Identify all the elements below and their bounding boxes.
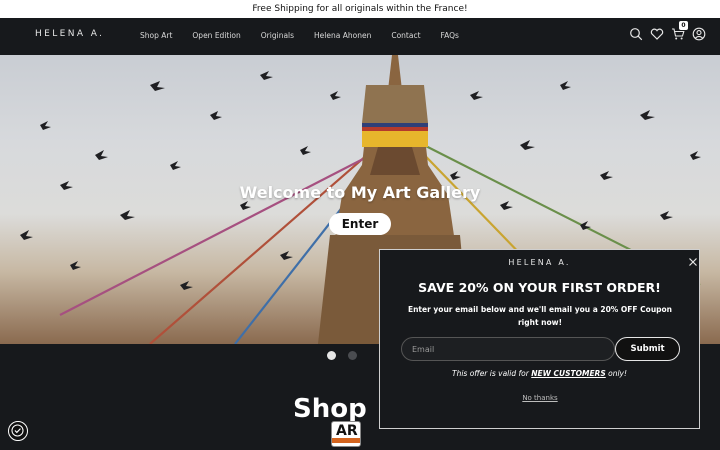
email-input[interactable] xyxy=(401,337,615,361)
cart-count-badge: 0 xyxy=(679,21,688,30)
close-icon[interactable] xyxy=(687,256,699,268)
popup-title: SAVE 20% ON YOUR FIRST ORDER! xyxy=(418,280,661,295)
slide-dot-2[interactable] xyxy=(348,351,357,360)
nav-open-edition[interactable]: Open Edition xyxy=(192,31,240,40)
announcement-text: Free Shipping for all originals within t… xyxy=(252,4,468,14)
offer-text: This offer is valid for NEW CUSTOMERS on… xyxy=(380,369,699,378)
enter-button[interactable]: Enter xyxy=(329,213,391,235)
offer-highlight: NEW CUSTOMERS xyxy=(531,369,606,378)
nav-helena-ahonen[interactable]: Helena Ahonen xyxy=(314,31,371,40)
popup-subtitle: Enter your email below and we'll email y… xyxy=(407,305,673,327)
site-logo[interactable]: HELENA A. xyxy=(35,29,104,39)
ar-logo: AR xyxy=(331,421,361,447)
submit-button[interactable]: Submit xyxy=(615,337,680,361)
slider-dots xyxy=(327,351,357,360)
announcement-bar: Free Shipping for all originals within t… xyxy=(0,0,720,18)
header-icons: 0 xyxy=(629,21,706,41)
ar-logo-text: AR xyxy=(336,423,358,439)
popup-brand: HELENA A. xyxy=(508,258,571,267)
nav-faqs[interactable]: FAQs xyxy=(441,31,459,40)
search-icon[interactable] xyxy=(629,27,643,41)
main-nav: Shop Art Open Edition Originals Helena A… xyxy=(140,31,459,40)
nav-originals[interactable]: Originals xyxy=(261,31,294,40)
heart-icon[interactable] xyxy=(650,27,664,41)
no-thanks-link[interactable]: No thanks xyxy=(520,394,560,402)
offer-suffix: only! xyxy=(605,369,628,378)
newsletter-popup: HELENA A. SAVE 20% ON YOUR FIRST ORDER! … xyxy=(379,249,700,429)
accessibility-icon[interactable] xyxy=(8,421,28,441)
nav-contact[interactable]: Contact xyxy=(391,31,420,40)
account-icon[interactable] xyxy=(692,27,706,41)
nav-shop-art[interactable]: Shop Art xyxy=(140,31,172,40)
site-header: HELENA A. Shop Art Open Edition Original… xyxy=(0,18,720,55)
slide-dot-1[interactable] xyxy=(327,351,336,360)
section-heading: Shop xyxy=(293,394,367,424)
offer-prefix: This offer is valid for xyxy=(451,369,532,378)
hero-title: Welcome to My Art Gallery xyxy=(239,183,481,202)
ar-logo-strip xyxy=(332,438,360,443)
cart-icon[interactable]: 0 xyxy=(671,21,688,41)
